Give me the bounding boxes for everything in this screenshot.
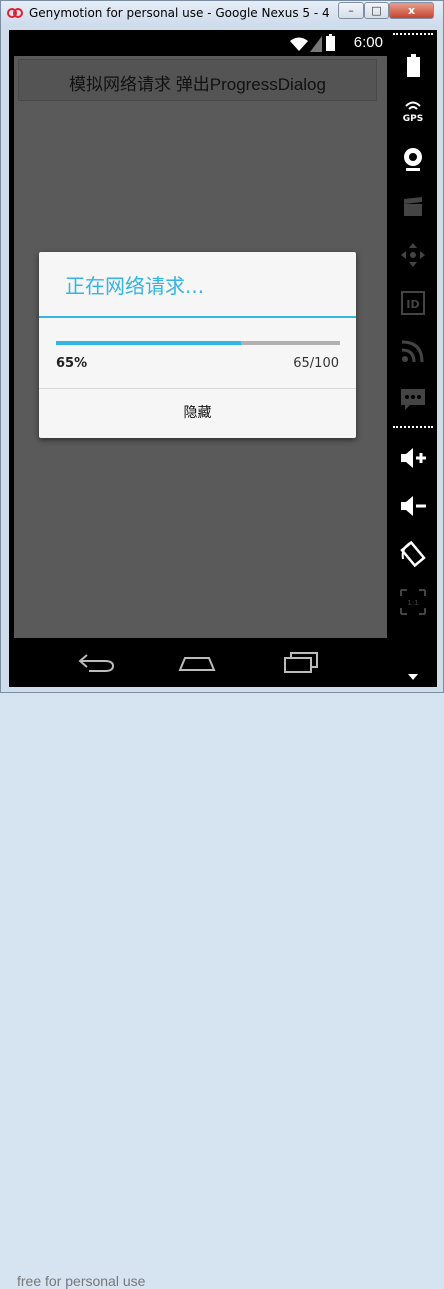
battery-icon[interactable] [398, 50, 428, 80]
camera-icon[interactable] [398, 144, 428, 174]
app-content: 模拟网络请求 弹出ProgressDialog 正在网络请求... 65% 65… [14, 56, 387, 638]
wifi-icon [290, 37, 308, 51]
id-icon[interactable]: ID [398, 288, 428, 318]
volume-down-icon[interactable] [398, 491, 428, 521]
toolbar-separator [393, 33, 433, 35]
gps-icon[interactable]: GPS [398, 96, 428, 126]
genymotion-toolbar: GPS ID 1:1 [389, 30, 437, 687]
gps-label: GPS [403, 114, 423, 124]
progress-dialog: 正在网络请求... 65% 65/100 隐藏 [39, 252, 356, 438]
progress-percent: 65% [56, 356, 88, 371]
navigation-bar: free for personal use [9, 638, 389, 1289]
action-bar-title: 模拟网络请求 弹出ProgressDialog [69, 75, 326, 94]
dialog-title: 正在网络请求... [65, 274, 205, 298]
battery-status-icon [326, 34, 335, 51]
minimize-button[interactable]: – [338, 2, 364, 19]
scroll-down-icon[interactable] [408, 674, 418, 680]
window-title: Genymotion for personal use - Google Nex… [29, 6, 329, 20]
scale-label: 1:1 [407, 599, 418, 607]
id-label: ID [406, 298, 419, 311]
progress-number: 65/100 [293, 356, 339, 371]
emulator-window: Genymotion for personal use - Google Nex… [0, 0, 444, 1289]
device-frame: 6:00 模拟网络请求 弹出ProgressDialog 正在网络请求... 6… [9, 30, 437, 1289]
scale-icon[interactable]: 1:1 [398, 587, 428, 617]
rss-icon[interactable] [398, 336, 428, 366]
genymotion-logo-icon [7, 8, 23, 18]
action-bar: 模拟网络请求 弹出ProgressDialog [18, 59, 377, 101]
rotate-icon[interactable] [398, 539, 428, 569]
toolbar-separator [393, 426, 433, 428]
dpad-icon[interactable] [398, 240, 428, 270]
progress-bar-fill [56, 341, 241, 345]
signal-icon [310, 36, 322, 52]
maximize-button[interactable]: □ [364, 2, 389, 19]
window-titlebar[interactable]: Genymotion for personal use - Google Nex… [1, 1, 443, 25]
progress-bar [56, 341, 340, 345]
back-icon[interactable] [77, 652, 117, 674]
volume-up-icon[interactable] [398, 443, 428, 473]
dialog-title-divider [39, 316, 356, 318]
close-button[interactable]: x [389, 2, 434, 19]
status-time: 6:00 [353, 34, 383, 51]
watermark: free for personal use [17, 1273, 146, 1289]
recents-icon[interactable] [281, 650, 321, 674]
hide-button[interactable]: 隐藏 [39, 389, 356, 438]
android-screen: 6:00 模拟网络请求 弹出ProgressDialog 正在网络请求... 6… [9, 30, 389, 1289]
status-bar: 6:00 [9, 30, 389, 56]
chat-icon[interactable] [398, 384, 428, 414]
home-icon[interactable] [177, 652, 217, 674]
video-icon[interactable] [398, 192, 428, 222]
